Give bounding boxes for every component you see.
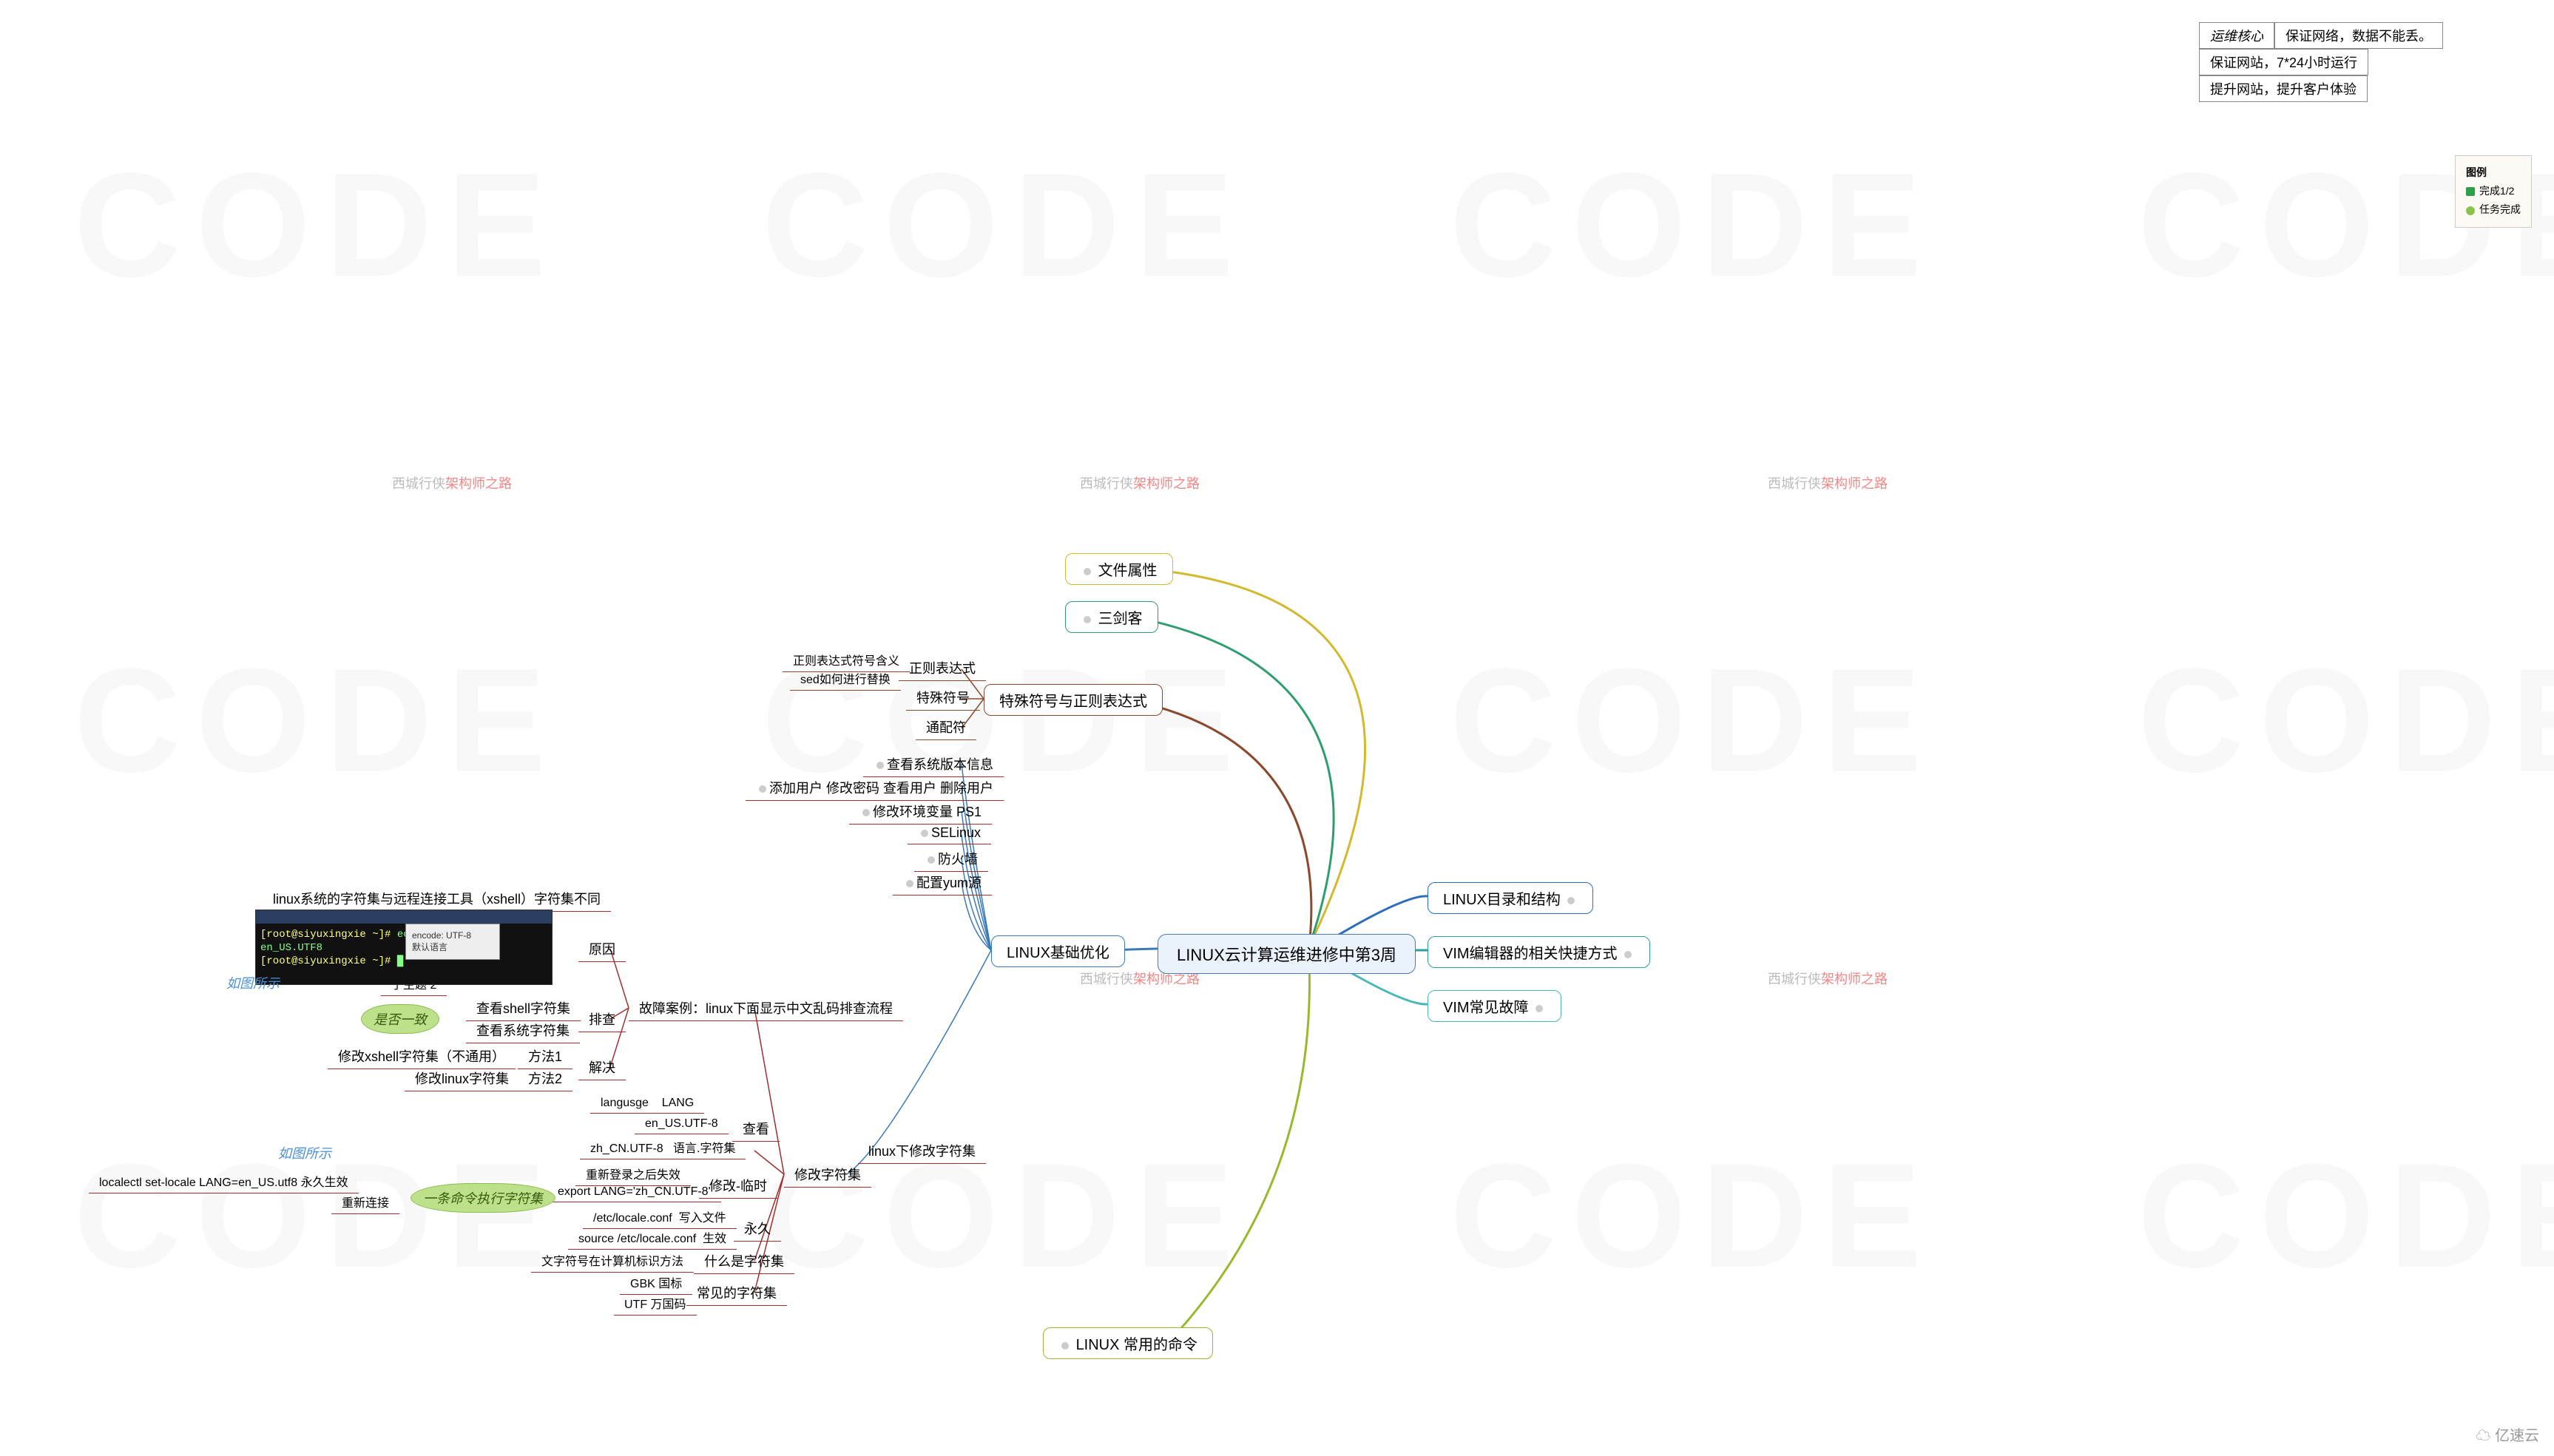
legend-row: 完成1/2 <box>2466 182 2521 200</box>
bg-watermark: CODE <box>74 140 561 311</box>
sub-m2d[interactable]: 修改linux字符集 <box>405 1067 519 1091</box>
ops-line: 保证网络，数据不能丢。 <box>2274 22 2443 49</box>
sub-special[interactable]: 特殊符号 <box>906 686 980 711</box>
node-common-cmd[interactable]: LINUX 常用的命令 <box>1043 1327 1213 1359</box>
brand-logo: ☁ 亿速云 <box>2476 1423 2539 1445</box>
sub-check[interactable]: 排查 <box>578 1008 626 1032</box>
sub-view-row[interactable]: zh_CN.UTF-8 语言.字符集 <box>580 1137 746 1159</box>
bg-watermark: CODE <box>2138 1131 2554 1301</box>
sub-view-row[interactable]: langusge LANG <box>590 1095 704 1114</box>
sub-reason-detail[interactable]: linux系统的字符集与远程连接工具（xshell）字符集不同 <box>263 887 611 912</box>
bg-watermark: CODE <box>74 636 561 806</box>
sub-modify-row[interactable]: 重新登录之后失效 <box>575 1163 691 1186</box>
sub-check-shell[interactable]: 查看shell字符集 <box>466 997 581 1021</box>
sub-m1d[interactable]: 修改xshell字符集（不通用） <box>328 1045 516 1069</box>
sub-reason[interactable]: 原因 <box>578 938 626 962</box>
sub-perm-row[interactable]: /etc/locale.conf 写入文件 <box>583 1206 737 1229</box>
author-watermark: 西城行侠架构师之路 <box>1768 969 1888 988</box>
sub-utf[interactable]: UTF 万国码 <box>614 1293 697 1316</box>
ops-line: 提升网站，提升客户体验 <box>2199 75 2368 102</box>
legend-title: 图例 <box>2466 163 2521 182</box>
author-watermark: 西城行侠架构师之路 <box>1080 473 1200 492</box>
node-regex[interactable]: 特殊符号与正则表达式 <box>984 684 1163 716</box>
callout-asimg2: 如图所示 <box>266 1139 343 1167</box>
sub-opt[interactable]: 添加用户 修改密码 查看用户 删除用户 <box>746 776 1004 801</box>
sub-what-detail[interactable]: 文字符号在计算机标识方法 <box>531 1250 694 1273</box>
sub-check-sys[interactable]: 查看系统字符集 <box>466 1019 580 1043</box>
author-watermark: 西城行侠架构师之路 <box>1768 473 1888 492</box>
sub-m2[interactable]: 方法2 <box>518 1067 572 1091</box>
legend-row: 任务完成 <box>2466 200 2521 219</box>
node-linux-dir[interactable]: LINUX目录和结构 <box>1428 882 1593 914</box>
ops-label: 运维核心 <box>2199 22 2274 49</box>
bg-watermark: CODE <box>762 140 1249 311</box>
sub-cmd-row[interactable]: 重新连接 <box>331 1191 399 1214</box>
callout-asimg: 如图所示 <box>214 969 291 997</box>
bg-watermark: CODE <box>1450 1131 1936 1301</box>
sub-regex[interactable]: 正则表达式 <box>899 657 986 681</box>
node-file-attr[interactable]: 文件属性 <box>1065 553 1173 585</box>
sub-view-row[interactable]: en_US.UTF-8 <box>635 1116 729 1134</box>
sub-opt[interactable]: 防火墙 <box>914 847 988 872</box>
sub-opt[interactable]: 查看系统版本信息 <box>863 753 1004 777</box>
bg-watermark: CODE <box>2138 636 2554 806</box>
sub-what[interactable]: 什么是字符集 <box>694 1250 794 1274</box>
bg-watermark: CODE <box>762 1131 1249 1301</box>
sub-opt[interactable]: 修改环境变量 PS1 <box>849 800 992 824</box>
sub-cmd-row[interactable]: localectl set-locale LANG=en_US.utf8 永久生… <box>89 1171 359 1193</box>
node-basic-opt[interactable]: LINUX基础优化 <box>991 935 1125 967</box>
bg-watermark: CODE <box>1450 140 1936 311</box>
sub-sed-note[interactable]: sed如何进行替换 <box>790 668 901 691</box>
ops-line: 保证网站，7*24小时运行 <box>2199 49 2368 75</box>
author-watermark: 西城行侠架构师之路 <box>392 473 512 492</box>
sub-charset[interactable]: 修改字符集 <box>784 1163 871 1188</box>
node-vim-fault[interactable]: VIM常见故障 <box>1428 990 1561 1022</box>
center-node[interactable]: LINUX云计算运维进修中第3周 <box>1158 934 1416 974</box>
sub-common[interactable]: 常见的字符集 <box>686 1281 787 1306</box>
sub-charset-linux[interactable]: linux下修改字符集 <box>858 1140 986 1164</box>
sub-perm[interactable]: 永久 <box>734 1217 781 1242</box>
sub-opt[interactable]: 配置yum源 <box>893 871 992 895</box>
sub-modify-row[interactable]: export LANG='zh_CN.UTF-8' <box>547 1184 721 1202</box>
bg-watermark: CODE <box>1450 636 1936 806</box>
callout-cmdline: 一条命令执行字符集 <box>411 1183 555 1213</box>
sub-gbk[interactable]: GBK 国标 <box>620 1272 692 1295</box>
callout-isone: 是否一致 <box>361 1004 439 1034</box>
sub-case[interactable]: 故障案例：linux下面显示中文乱码排查流程 <box>629 997 903 1021</box>
sub-m1[interactable]: 方法1 <box>518 1045 572 1069</box>
sub-perm-row[interactable]: source /etc/locale.conf 生效 <box>568 1227 737 1250</box>
sub-wildcard[interactable]: 通配符 <box>916 716 976 740</box>
sub-solve[interactable]: 解决 <box>578 1056 626 1080</box>
legend: 图例 完成1/2 任务完成 <box>2455 155 2532 228</box>
sub-opt[interactable]: SELinux <box>908 824 991 844</box>
ops-core-box: 运维核心保证网络，数据不能丢。 保证网站，7*24小时运行 提升网站，提升客户体… <box>2199 22 2443 102</box>
terminal-screenshot: [root@siyuxingxie ~]# echo $LAen_US.UTF8… <box>255 910 553 985</box>
node-vim-shortcut[interactable]: VIM编辑器的相关快捷方式 <box>1428 936 1650 968</box>
node-sanjianke[interactable]: 三剑客 <box>1065 601 1158 633</box>
